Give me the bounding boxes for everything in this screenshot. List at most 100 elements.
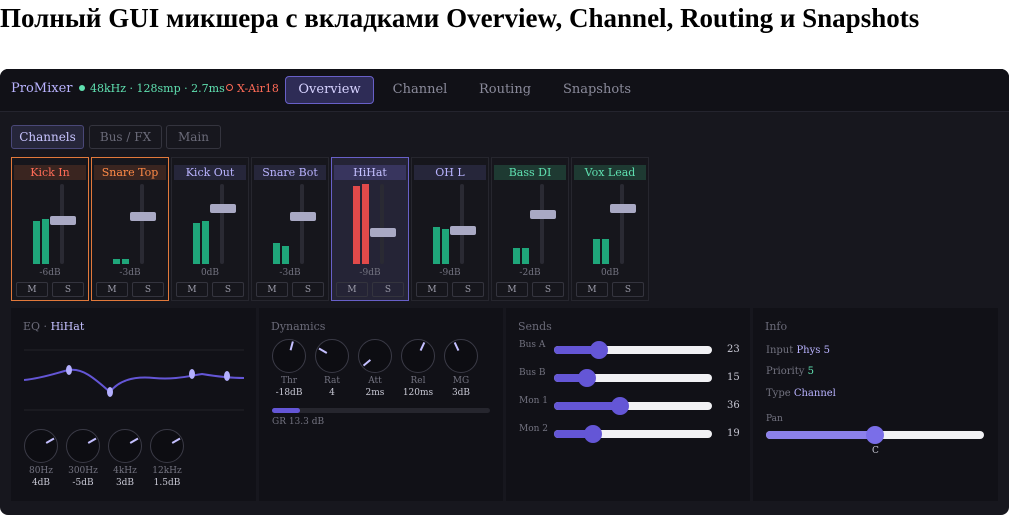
channel-strip[interactable]: Kick Out 0dB M S [171,157,249,301]
channel-strip[interactable]: Vox Lead 0dB M S [571,157,649,301]
knob-indicator [419,341,426,351]
device-name: X-Air18 [237,82,279,95]
send-slider-thumb[interactable] [578,369,596,387]
fader-handle[interactable] [370,228,396,237]
channel-strip[interactable]: HiHat -9dB M S [331,157,409,301]
solo-button[interactable]: S [52,282,84,297]
status-dot-icon [79,85,85,91]
eq-band-node[interactable] [189,369,195,379]
dynamics-knob[interactable] [444,339,478,373]
mute-button[interactable]: M [16,282,48,297]
solo-button[interactable]: S [612,282,644,297]
brand-logo: ProMixer [11,81,73,96]
tab-overview[interactable]: Overview [285,76,374,104]
info-type: Type Channel [766,388,836,399]
level-meter [522,248,529,264]
eq-band-knob[interactable] [66,429,100,463]
channel-strip[interactable]: OH L -9dB M S [411,157,489,301]
subtab-bus-fx[interactable]: Bus / FX [89,125,162,149]
eq-band-knob[interactable] [108,429,142,463]
dynamics-knob[interactable] [401,339,435,373]
send-slider-thumb[interactable] [584,425,602,443]
solo-button[interactable]: S [372,282,404,297]
send-slider-thumb[interactable] [590,341,608,359]
gain-reduction-meter [272,408,490,413]
eq-band-node[interactable] [224,371,230,381]
sends-title: Sends [518,320,552,333]
fader-track [380,184,384,264]
gain-reduction-text: GR 13.3 dB [272,417,325,427]
channel-name: Snare Top [94,165,166,180]
knob-indicator [453,341,460,351]
level-meter [593,239,600,264]
pan-slider[interactable] [766,426,984,444]
mute-button[interactable]: M [96,282,128,297]
channel-db-value: -3dB [279,268,301,278]
eq-band-freq: 12kHz [152,466,182,476]
send-value: 19 [727,428,740,439]
channel-db-value: -9dB [439,268,461,278]
info-priority-value: 5 [807,366,814,377]
fader-handle[interactable] [290,212,316,221]
dynamics-knob[interactable] [315,339,349,373]
mute-button[interactable]: M [496,282,528,297]
send-slider-thumb[interactable] [611,397,629,415]
mute-button[interactable]: M [256,282,288,297]
channel-db-value: -9dB [359,268,381,278]
send-label: Mon 2 [519,424,549,434]
dynamics-knob[interactable] [272,339,306,373]
solo-button[interactable]: S [212,282,244,297]
channel-strip[interactable]: Kick In -6dB M S [11,157,89,301]
knob-indicator [45,437,55,444]
send-slider[interactable] [554,341,712,359]
knob-indicator [129,437,139,444]
send-value: 36 [727,400,740,411]
mute-button[interactable]: M [416,282,448,297]
channel-db-value: -3dB [119,268,141,278]
subtab-main[interactable]: Main [166,125,221,149]
send-slider[interactable] [554,369,712,387]
dynamics-knob[interactable] [358,339,392,373]
knob-indicator [289,341,294,351]
tab-snapshots[interactable]: Snapshots [552,76,642,104]
fader-handle[interactable] [50,216,76,225]
info-priority-label: Priority [766,366,805,377]
eq-panel-title: EQ · HiHat [23,320,85,333]
tab-routing[interactable]: Routing [466,76,544,104]
eq-band-knob[interactable] [150,429,184,463]
eq-band-knob[interactable] [24,429,58,463]
tab-channel[interactable]: Channel [378,76,462,104]
solo-button[interactable]: S [132,282,164,297]
send-slider[interactable] [554,425,712,443]
send-value: 23 [727,344,740,355]
fader-handle[interactable] [130,212,156,221]
fader-track [140,184,144,264]
solo-button[interactable]: S [292,282,324,297]
device-status: X-Air18 [226,82,279,95]
channel-strip[interactable]: Snare Top -3dB M S [91,157,169,301]
send-label: Mon 1 [519,396,549,406]
pan-label: Pan [766,414,783,424]
mute-button[interactable]: M [336,282,368,297]
channel-strip[interactable]: Snare Bot -3dB M S [251,157,329,301]
fader-handle[interactable] [210,204,236,213]
eq-band-node[interactable] [107,387,113,397]
info-input-value: Phys 5 [796,345,830,356]
level-meter [122,259,129,264]
level-meter [602,239,609,264]
fader-handle[interactable] [530,210,556,219]
fader-handle[interactable] [450,226,476,235]
channel-strip[interactable]: Bass DI -2dB M S [491,157,569,301]
mute-button[interactable]: M [176,282,208,297]
eq-band-node[interactable] [66,365,72,375]
mute-button[interactable]: M [576,282,608,297]
subtab-channels[interactable]: Channels [11,125,84,149]
pan-slider-thumb[interactable] [866,426,884,444]
solo-button[interactable]: S [532,282,564,297]
send-slider[interactable] [554,397,712,415]
fader-handle[interactable] [610,204,636,213]
fader-track [300,184,304,264]
solo-button[interactable]: S [452,282,484,297]
info-title: Info [765,320,788,333]
level-meter [273,243,280,264]
